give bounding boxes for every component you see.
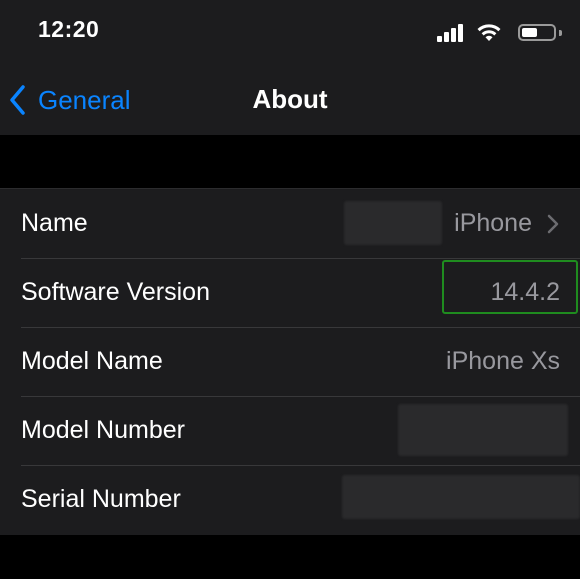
row-value: iPhone Xs [446,347,560,375]
redacted-value [344,201,442,245]
row-label: Name [21,209,88,237]
navigation-header: 12:20 General About [0,0,580,135]
cellular-signal-icon [437,22,467,42]
row-value: iPhone [454,209,532,237]
software-version-row[interactable]: Software Version 14.4.2 [0,258,580,327]
redacted-value [398,404,568,456]
row-label: Model Name [21,347,163,375]
highlight-box [442,260,578,314]
serial-number-row[interactable]: Serial Number [0,465,580,534]
row-label: Serial Number [21,485,181,513]
page-title: About [252,84,328,114]
status-time: 12:20 [38,16,100,42]
redacted-value [342,475,580,519]
battery-icon [518,24,556,41]
about-list: Name iPhone Software Version 14.4.2 Mode… [0,188,580,535]
name-row[interactable]: Name iPhone [0,189,580,258]
chevron-right-icon [547,214,559,233]
model-name-row[interactable]: Model Name iPhone Xs [0,327,580,396]
row-label: Software Version [21,278,210,306]
model-number-row[interactable]: Model Number [0,396,580,465]
wifi-icon [477,24,501,41]
row-label: Model Number [21,416,185,444]
